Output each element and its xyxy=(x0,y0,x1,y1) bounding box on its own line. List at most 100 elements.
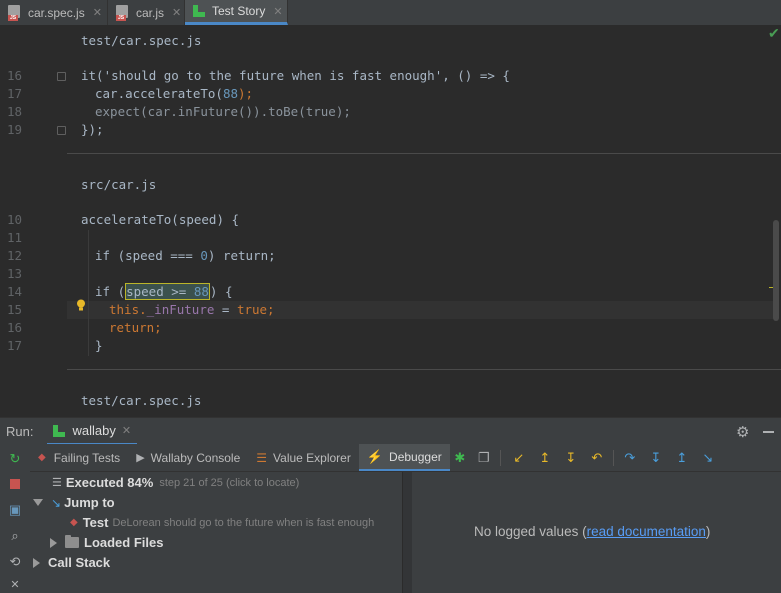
code-token: ) return; xyxy=(207,248,276,263)
no-logged-values-message: No logged values (read documentation) xyxy=(474,524,710,539)
bug-icon[interactable]: ✱ xyxy=(450,448,470,468)
code-line: expect(car.inFuture()).toBe(true); xyxy=(95,104,351,119)
checkmark-icon: ✔ xyxy=(768,25,780,41)
panel-tabs-toolbar: ◆ Failing Tests ▶ Wallaby Console ☰ Valu… xyxy=(30,444,781,472)
step-out-back-icon[interactable]: ↥ xyxy=(535,448,555,468)
run-toolwindow-header: Run: wallaby ✕ ⚙ xyxy=(0,417,781,445)
failing-tests-icon: ◆ xyxy=(38,452,46,463)
code-line: return; xyxy=(109,320,162,335)
step-back-icon[interactable]: ↙ xyxy=(509,448,529,468)
jump-icon: ↘ xyxy=(51,495,62,510)
call-stack-row[interactable]: Call Stack xyxy=(33,555,110,570)
line-number: 16 xyxy=(6,320,22,335)
call-stack-label: Call Stack xyxy=(48,555,111,570)
code-token: ); xyxy=(238,86,254,101)
tab-debugger[interactable]: ⚡ Debugger xyxy=(358,444,450,471)
editor-tab-bar: JS car.spec.js ✕ JS car.js ✕ Test Story … xyxy=(0,0,781,26)
run-tab-wallaby[interactable]: wallaby ✕ xyxy=(47,418,138,445)
progress-icon: ☰ xyxy=(52,477,62,489)
coverage-icon[interactable]: ▣ xyxy=(7,502,23,518)
close-icon[interactable]: ✕ xyxy=(172,6,181,19)
read-documentation-link[interactable]: read documentation xyxy=(587,524,706,539)
step-out-icon[interactable]: ↥ xyxy=(672,448,692,468)
run-to-cursor-icon[interactable]: ↘ xyxy=(698,448,718,468)
toolbar-separator xyxy=(612,449,614,466)
test-row[interactable]: ◆ Test DeLorean should go to the future … xyxy=(70,515,374,530)
highlighted-expression: speed >= 88 xyxy=(125,283,210,300)
code-token-field: _inFuture xyxy=(146,302,215,317)
step-into-back-icon[interactable]: ↧ xyxy=(561,448,581,468)
folder-icon xyxy=(65,535,79,548)
close-icon[interactable]: ✕ xyxy=(273,5,282,18)
tab-car-js[interactable]: JS car.js ✕ xyxy=(108,0,185,25)
step-over-back-icon[interactable]: ↶ xyxy=(587,448,607,468)
section-divider xyxy=(67,369,781,370)
js-file-icon: JS xyxy=(116,4,130,21)
code-token: if ( xyxy=(95,284,126,299)
rerun-icon[interactable]: ↻ xyxy=(7,451,23,467)
message-text: No logged values ( xyxy=(474,524,587,539)
stop-icon[interactable] xyxy=(7,476,23,492)
book-icon[interactable]: ❐ xyxy=(474,448,494,468)
lightbulb-icon[interactable] xyxy=(76,299,86,311)
loaded-files-row[interactable]: Loaded Files xyxy=(50,535,163,550)
code-token: speed >= xyxy=(126,284,194,299)
executed-title: Executed 84% xyxy=(65,475,154,490)
line-number: 17 xyxy=(6,338,22,353)
tab-label: Failing Tests xyxy=(53,450,121,465)
close-icon[interactable]: ✕ xyxy=(122,424,131,437)
code-line: if (speed === 0) return; xyxy=(95,248,276,263)
tab-car-spec-js[interactable]: JS car.spec.js ✕ xyxy=(0,0,108,25)
fold-marker-icon[interactable] xyxy=(57,72,66,81)
tab-value-explorer[interactable]: ☰ Value Explorer xyxy=(248,444,359,471)
message-text: ) xyxy=(705,524,711,539)
code-line: car.accelerateTo(88); xyxy=(95,86,253,101)
expand-arrow-icon[interactable] xyxy=(50,537,57,548)
tab-label: Value Explorer xyxy=(273,450,351,465)
search-icon[interactable]: ⌕ xyxy=(7,528,23,544)
wallaby-icon xyxy=(193,5,205,17)
test-icon: ◆ xyxy=(70,517,78,528)
close-icon[interactable]: ✕ xyxy=(93,6,102,19)
code-editor[interactable]: ✔ test/car.spec.js 16 17 18 19 it('shoul… xyxy=(0,25,781,417)
code-line: it('should go to the future when is fast… xyxy=(81,68,510,83)
gear-icon[interactable]: ⚙ xyxy=(736,423,749,441)
code-token-number: 88 xyxy=(222,86,238,101)
console-icon: ▶ xyxy=(136,452,145,464)
code-line: this._inFuture = true; xyxy=(109,302,275,317)
jump-to-row[interactable]: ↘ Jump to xyxy=(33,495,115,510)
step-into-icon[interactable]: ↧ xyxy=(646,448,666,468)
line-number: 17 xyxy=(6,86,22,101)
code-token-number: 0 xyxy=(200,248,208,263)
tab-label: car.js xyxy=(136,5,165,20)
code-token: = xyxy=(214,302,237,317)
expand-arrow-icon[interactable] xyxy=(33,557,40,568)
line-number: 15 xyxy=(6,302,22,317)
fold-marker-icon[interactable] xyxy=(57,126,66,135)
close-icon[interactable]: ✕ xyxy=(7,576,23,592)
minimize-icon[interactable] xyxy=(763,431,774,433)
value-explorer-icon: ☰ xyxy=(256,450,268,465)
expand-arrow-icon[interactable] xyxy=(33,499,43,506)
run-side-toolbar: ↻ ▣ ⌕ ⟲ ✕ xyxy=(0,444,31,593)
tab-failing-tests[interactable]: ◆ Failing Tests xyxy=(30,444,128,471)
code-token: ) { xyxy=(209,284,233,299)
executed-row[interactable]: ☰ Executed 84% step 21 of 25 (click to l… xyxy=(52,475,299,490)
code-line: accelerateTo(speed) { xyxy=(81,212,240,227)
tab-label: Debugger xyxy=(389,449,442,464)
code-token-keyword: true; xyxy=(236,302,275,317)
line-number: 11 xyxy=(6,230,22,245)
sync-icon[interactable]: ⟲ xyxy=(7,554,23,570)
indent-guide xyxy=(88,230,89,356)
editor-scrollbar[interactable] xyxy=(773,220,779,321)
section-file-label: src/car.js xyxy=(81,177,157,192)
line-number: 16 xyxy=(6,68,22,83)
tab-wallaby-console[interactable]: ▶ Wallaby Console xyxy=(128,444,248,471)
code-line: }); xyxy=(81,122,104,137)
code-token: car.accelerateTo( xyxy=(95,86,223,101)
tab-test-story[interactable]: Test Story ✕ xyxy=(185,0,288,25)
step-over-icon[interactable]: ↷ xyxy=(620,448,640,468)
code-token-number: 88 xyxy=(193,284,209,299)
line-number: 14 xyxy=(6,284,22,299)
loaded-files-label: Loaded Files xyxy=(84,535,164,550)
